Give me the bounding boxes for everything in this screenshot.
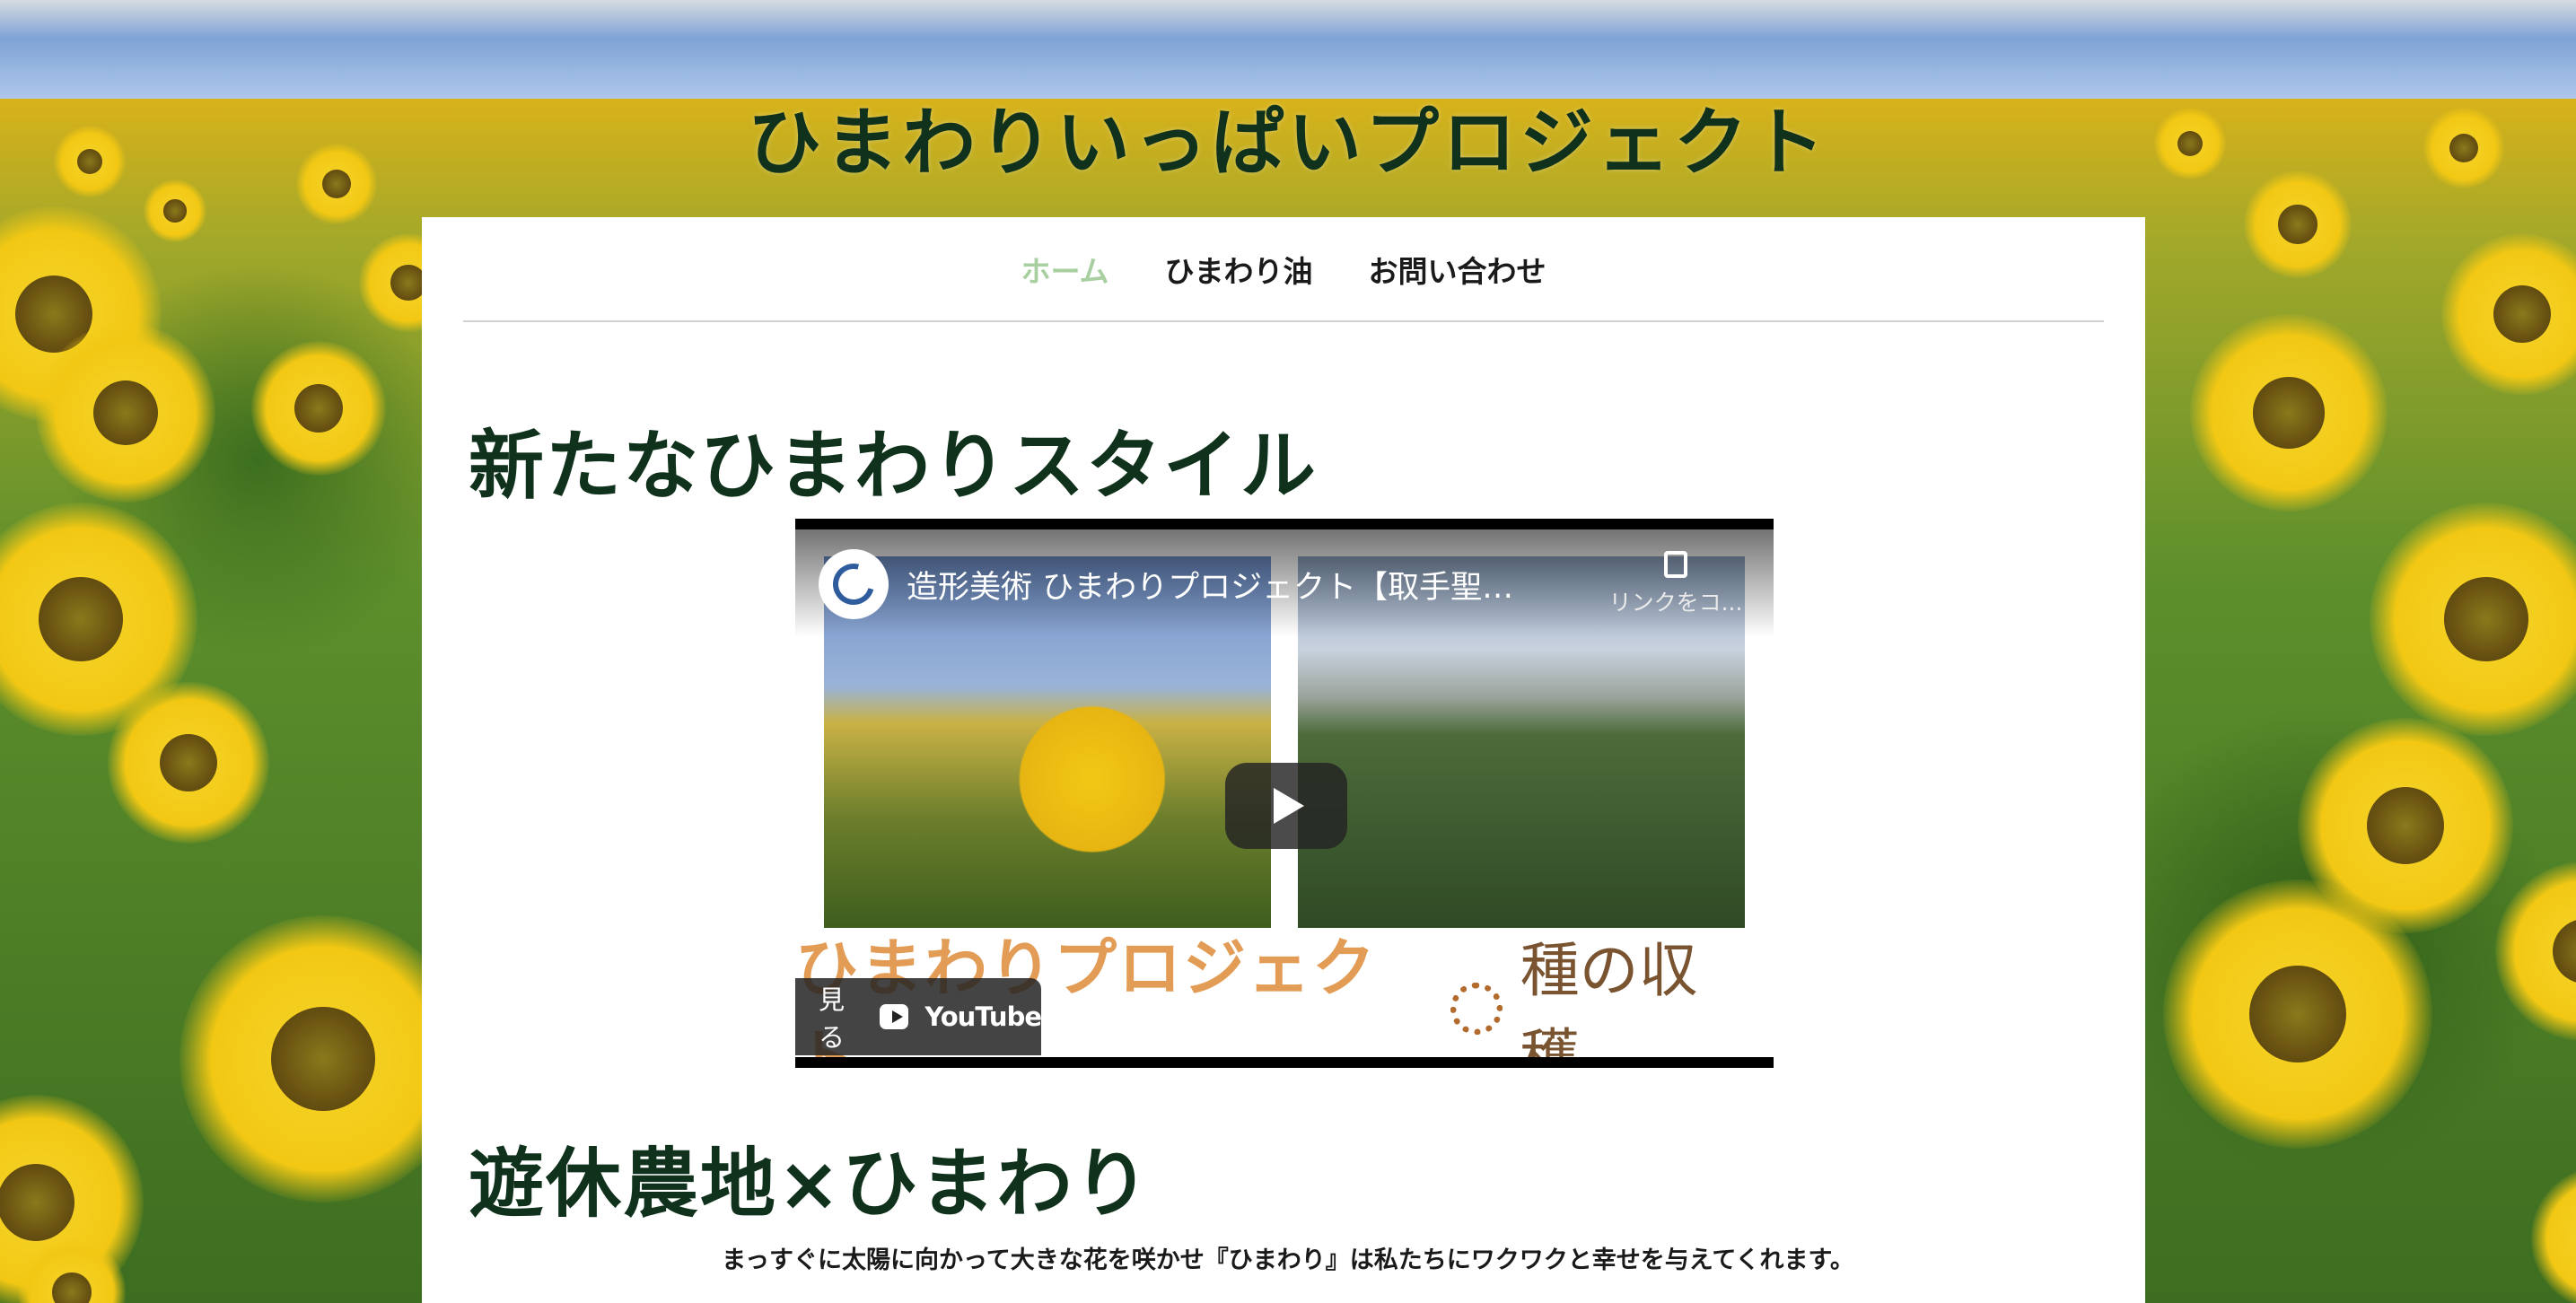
sunflower-decoration-14 [2163, 879, 2432, 1149]
flower-icon [1450, 983, 1503, 1035]
sunflower-decoration-3 [108, 682, 269, 844]
youtube-wordmark: YouTube [924, 1001, 1042, 1032]
copy-link-button[interactable]: リンクをコ... [1590, 551, 1761, 617]
sunflower-decoration-6 [251, 341, 386, 476]
video-title[interactable]: 造形美術 ひまわりプロジェクト【取手聖徳... [907, 562, 1535, 608]
section-heading-farmland: 遊休農地×ひまわり [469, 1140, 1152, 1228]
youtube-video-embed[interactable]: ひまわりプロジェクト 種の収穫 造形美術 ひまわりプロジェクト【取手聖徳... … [795, 519, 1774, 1068]
site-title[interactable]: ひまわりいっぱいプロジェクト [0, 83, 2576, 189]
copy-link-label: リンクをコ... [1608, 590, 1743, 616]
nav-item-home[interactable]: ホーム [1021, 248, 1108, 291]
nav-item-sunflower-oil[interactable]: ひまわり油 [1165, 248, 1313, 291]
sunflower-decoration-11 [2190, 314, 2388, 512]
play-button[interactable] [1225, 763, 1347, 849]
channel-logo-icon[interactable] [819, 549, 889, 619]
nav-item-contact[interactable]: お問い合わせ [1369, 248, 1546, 291]
main-navigation: ホーム ひまわり油 お問い合わせ [463, 217, 2104, 322]
youtube-icon [879, 1004, 909, 1029]
watch-label: 見る [819, 984, 846, 1053]
watch-on-youtube-button[interactable]: 見る YouTube [795, 978, 1042, 1055]
section-heading-new-style: 新たなひまわりスタイル [469, 422, 1319, 510]
lead-paragraph: まっすぐに太陽に向かって大きな花を咲かせ『ひまわり』は私たちにワクワクと幸せを与… [722, 1246, 1854, 1274]
sunflower-decoration-1 [36, 323, 215, 503]
copy-icon [1664, 551, 1687, 578]
video-banner-subtitle: 種の収穫 [1520, 936, 1698, 1068]
